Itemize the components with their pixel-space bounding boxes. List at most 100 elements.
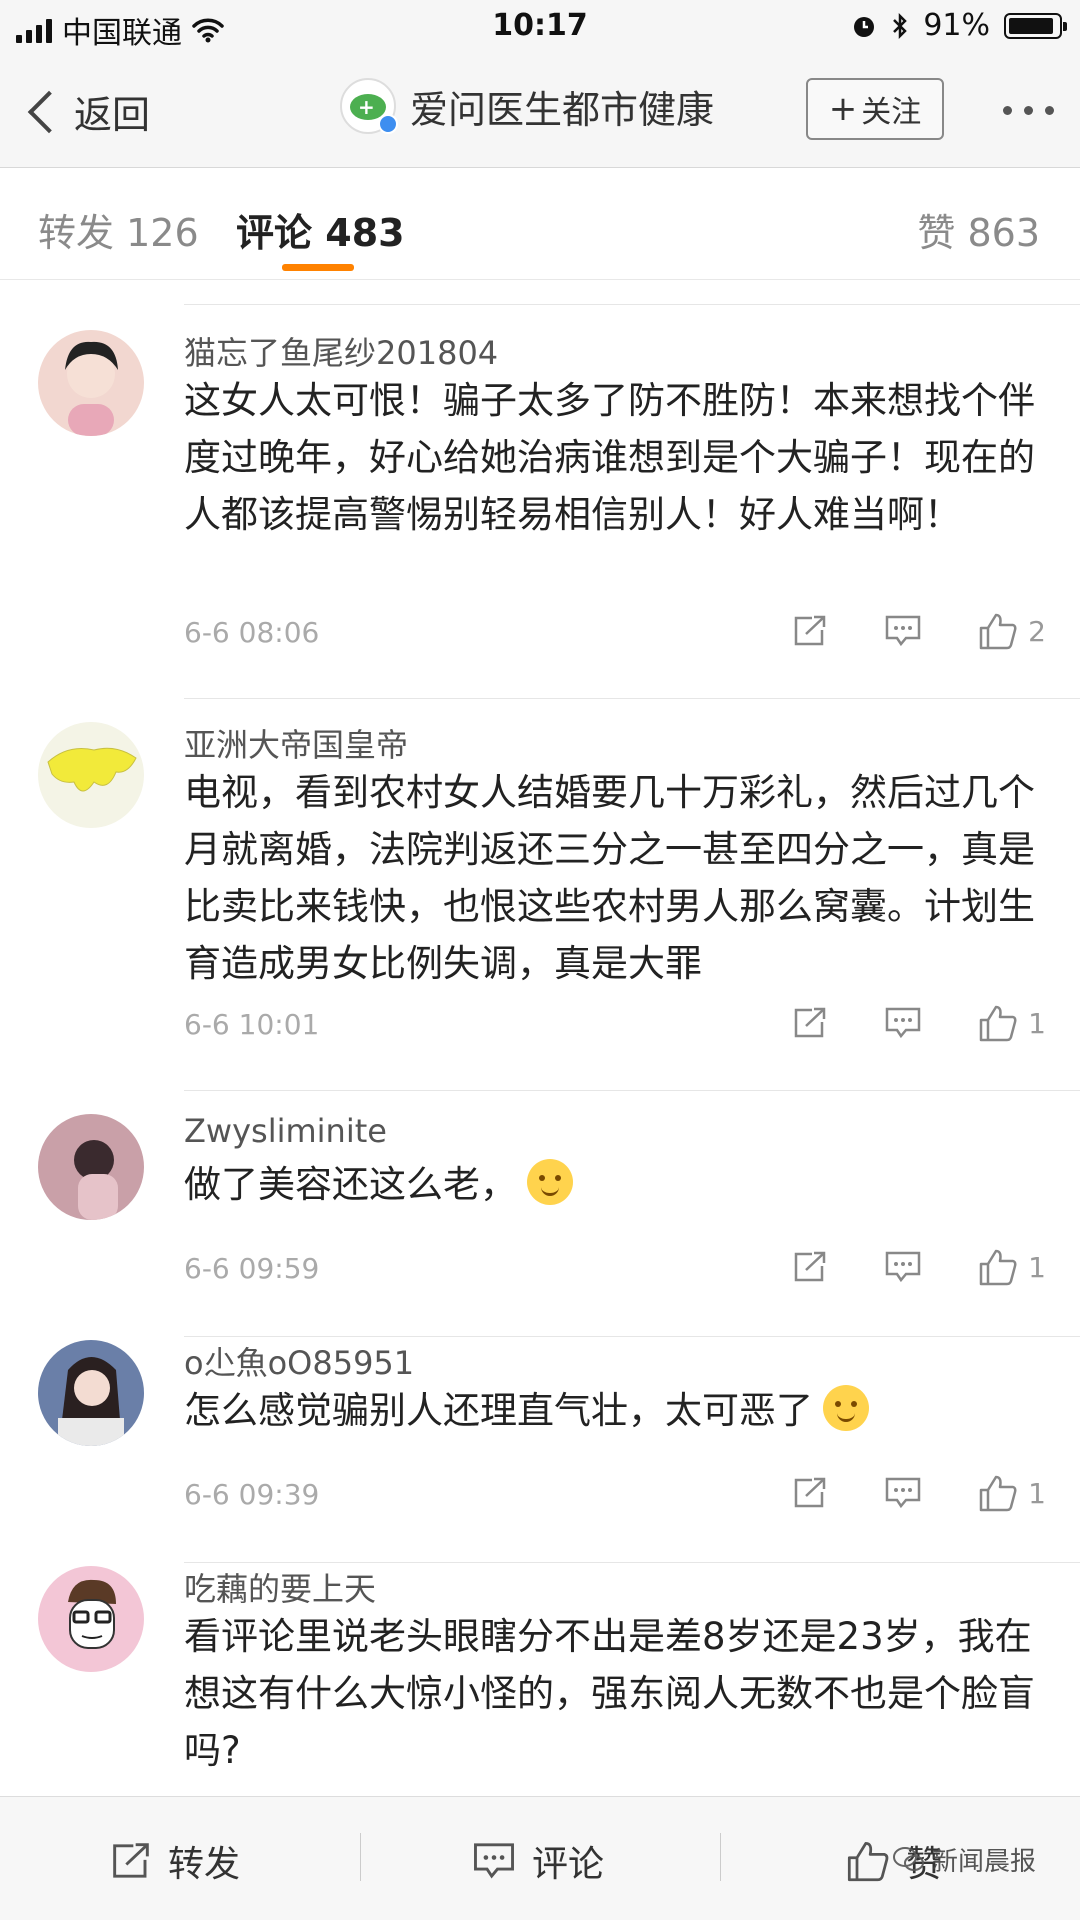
- thumbs-up-icon: [979, 1249, 1017, 1286]
- avatar-image: [38, 1114, 144, 1220]
- follow-label: 关注: [861, 95, 922, 130]
- reply-button[interactable]: [884, 1476, 922, 1510]
- avatar-image: [38, 722, 144, 828]
- comment-icon: [885, 1007, 921, 1039]
- comment-text-content: 做了美容还这么老，: [184, 1163, 517, 1206]
- bottom-repost-button[interactable]: 转发: [110, 1835, 240, 1887]
- comment-time: 6-6 09:39: [184, 1478, 320, 1511]
- tab-bar: 转发 126 评论 483 赞 863: [0, 168, 1080, 280]
- thinking-emoji-icon: [527, 1159, 573, 1205]
- thumbs-up-icon: [979, 1005, 1017, 1042]
- bluetooth-icon: [893, 12, 908, 39]
- comment-icon: [885, 1477, 921, 1509]
- medical-cross-icon: +: [358, 95, 375, 119]
- like-button[interactable]: 2: [978, 612, 1046, 650]
- reply-button[interactable]: [884, 614, 922, 648]
- like-count: 2: [1028, 614, 1046, 648]
- comment-username[interactable]: 吃藕的要上天: [184, 1564, 376, 1610]
- comment-text: 电视，看到农村女人结婚要几十万彩礼，然后过几个月就离婚，法院判返还三分之一甚至四…: [184, 771, 1035, 985]
- reply-button[interactable]: [884, 1250, 922, 1284]
- tab-comments-label: 评论: [236, 211, 313, 255]
- share-icon: [794, 1007, 826, 1038]
- share-icon: [794, 1251, 826, 1282]
- comment-actions: 1: [736, 1474, 1046, 1512]
- comment-time: 6-6 10:01: [184, 1008, 320, 1041]
- alarm-icon: [854, 16, 875, 37]
- battery-percent: 91%: [923, 8, 990, 43]
- watermark: 新闻晨报: [892, 1841, 1036, 1878]
- divider: [184, 1336, 1080, 1337]
- comment-text: 怎么感觉骗别人还理直气壮，太可恶了: [184, 1382, 1048, 1439]
- comment-actions: 1: [736, 1248, 1046, 1286]
- comment-text-content: 怎么感觉骗别人还理直气壮，太可恶了: [184, 1389, 813, 1432]
- tab-likes-count: 863: [967, 211, 1040, 255]
- tab-comments[interactable]: 评论 483: [236, 202, 405, 257]
- tab-repost[interactable]: 转发 126: [38, 202, 199, 257]
- tab-likes-label: 赞: [917, 211, 956, 255]
- tab-comments-count: 483: [325, 211, 405, 255]
- active-tab-indicator: [282, 264, 354, 271]
- share-button[interactable]: [792, 614, 828, 648]
- bottom-comment-button[interactable]: 评论: [472, 1835, 604, 1887]
- like-count: 1: [1028, 1476, 1046, 1510]
- battery-icon: [1004, 12, 1067, 39]
- tab-likes[interactable]: 赞 863: [917, 202, 1040, 257]
- chevron-left-icon: [27, 90, 71, 133]
- like-button[interactable]: 1: [978, 1474, 1046, 1512]
- divider: [184, 304, 1080, 305]
- comment-username[interactable]: Zwysliminite: [184, 1112, 387, 1150]
- comment-icon: [474, 1843, 514, 1879]
- avatar[interactable]: [38, 722, 144, 828]
- comment-username[interactable]: 亚洲大帝国皇帝: [184, 720, 408, 766]
- share-icon: [794, 1477, 826, 1508]
- thumbs-up-icon: [979, 1475, 1017, 1512]
- like-count: 1: [1028, 1006, 1046, 1040]
- avatar[interactable]: [38, 1566, 144, 1672]
- divider: [720, 1833, 721, 1881]
- divider: [184, 1562, 1080, 1563]
- comment-text: 这女人太可恨！骗子太多了防不胜防！本来想找个伴度过晚年，好心给她治病谁想到是个大…: [184, 379, 1035, 536]
- comment-icon: [885, 1251, 921, 1283]
- follow-button[interactable]: + 关注: [806, 78, 944, 140]
- comment-username[interactable]: o尐魚oO85951: [184, 1338, 414, 1384]
- share-button[interactable]: [792, 1006, 828, 1040]
- comment-icon: [885, 615, 921, 647]
- verified-badge-icon: [378, 114, 398, 134]
- comment-text: 做了美容还这么老，: [184, 1156, 1048, 1213]
- avatar-image: [38, 330, 144, 436]
- tab-repost-count: 126: [126, 211, 199, 255]
- comment-actions: 2: [736, 612, 1046, 650]
- nav-account[interactable]: + 爱问医生都市健康: [340, 78, 714, 134]
- comment-time: 6-6 09:59: [184, 1252, 320, 1285]
- avatar-image: [38, 1566, 144, 1672]
- like-button[interactable]: 1: [978, 1248, 1046, 1286]
- nav-bar: 返回 + 爱问医生都市健康 + 关注: [0, 56, 1080, 168]
- status-right: 91%: [851, 8, 1067, 43]
- avatar[interactable]: [38, 1340, 144, 1446]
- avatar[interactable]: [38, 330, 144, 436]
- share-button[interactable]: [792, 1476, 828, 1510]
- comment-time: 6-6 08:06: [184, 616, 320, 649]
- thumbs-up-icon: [979, 613, 1017, 650]
- divider: [184, 1090, 1080, 1091]
- plus-icon: +: [828, 89, 858, 129]
- account-title: 爱问医生都市健康: [410, 87, 715, 132]
- avatar[interactable]: [38, 1114, 144, 1220]
- like-button[interactable]: 1: [978, 1004, 1046, 1042]
- bottom-comment-label: 评论: [532, 1844, 605, 1885]
- share-button[interactable]: [792, 1250, 828, 1284]
- comment-actions: 1: [736, 1004, 1046, 1042]
- avatar-image: [38, 1340, 144, 1446]
- reply-button[interactable]: [884, 1006, 922, 1040]
- comment-username[interactable]: 猫忘了鱼尾纱201804: [184, 328, 498, 374]
- bottom-action-bar: 转发 评论 赞 新闻晨报: [0, 1796, 1080, 1920]
- wechat-logo-icon: [893, 1846, 924, 1871]
- battery-fill: [1009, 17, 1053, 34]
- back-button[interactable]: 返回: [24, 84, 150, 139]
- account-avatar: +: [340, 78, 398, 134]
- back-label: 返回: [74, 93, 151, 137]
- more-dots-icon[interactable]: [1003, 106, 1054, 115]
- divider: [184, 698, 1080, 699]
- thumbs-up-icon: [847, 1842, 889, 1882]
- bottom-repost-label: 转发: [168, 1844, 241, 1885]
